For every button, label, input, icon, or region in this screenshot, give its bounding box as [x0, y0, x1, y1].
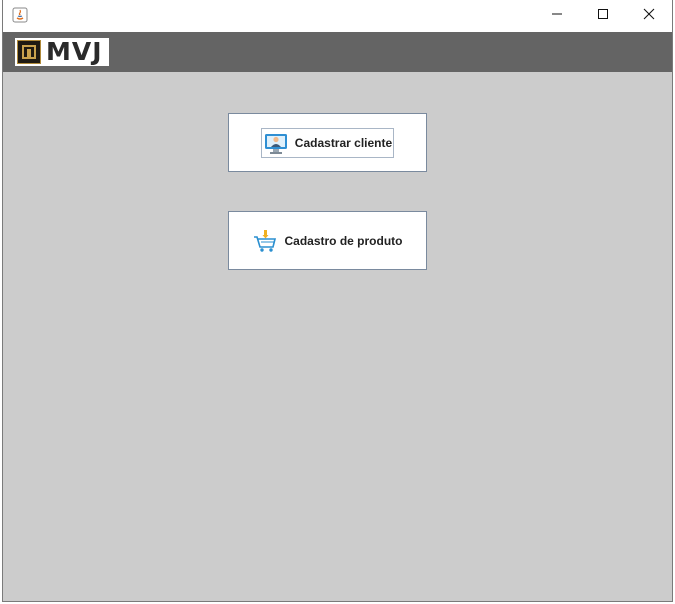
- cadastro-produto-label: Cadastro de produto: [284, 233, 403, 248]
- title-bar[interactable]: [3, 0, 672, 32]
- mvj-logo: MVJ: [15, 38, 109, 66]
- minimize-button[interactable]: [534, 0, 580, 32]
- header-banner: MVJ: [3, 32, 672, 72]
- shopping-cart-icon: [252, 228, 278, 254]
- minimize-icon: [551, 7, 563, 25]
- cadastrar-cliente-button[interactable]: Cadastrar cliente: [228, 113, 427, 172]
- maximize-icon: [597, 7, 609, 25]
- cadastrar-cliente-label: Cadastrar cliente: [294, 135, 393, 150]
- logo-text: MVJ: [46, 37, 103, 66]
- java-app-icon: [12, 7, 28, 23]
- focus-ring: Cadastrar cliente: [260, 127, 395, 158]
- main-window: MVJ Cadastrar cliente Cadastro de produt…: [2, 0, 673, 602]
- close-button[interactable]: [626, 0, 672, 32]
- customer-computer-icon: [263, 130, 289, 156]
- button-content: Cadastro de produto: [252, 228, 403, 254]
- close-icon: [643, 7, 655, 25]
- logo-emblem-icon: [17, 40, 41, 64]
- maximize-button[interactable]: [580, 0, 626, 32]
- cadastro-produto-button[interactable]: Cadastro de produto: [228, 211, 427, 270]
